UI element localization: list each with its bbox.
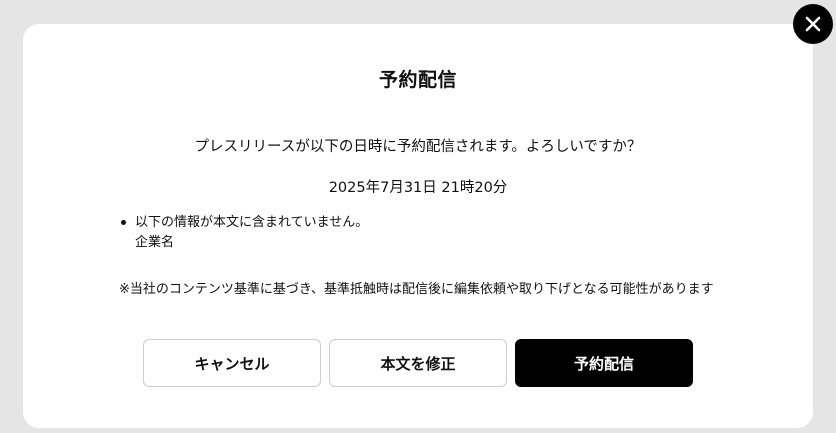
schedule-publish-button[interactable]: 予約配信: [515, 339, 693, 387]
missing-field: 企業名: [135, 235, 175, 250]
scheduled-datetime: 2025年7月31日 21時20分: [328, 180, 508, 196]
cancel-button[interactable]: キャンセル: [143, 339, 321, 387]
confirmation-message: プレスリリースが以下の日時に予約配信されます。よろしいですか？: [194, 139, 642, 155]
close-icon: [805, 16, 821, 32]
schedule-dialog: 予約配信 プレスリリースが以下の日時に予約配信されます。よろしいですか？ 202…: [23, 24, 813, 428]
edit-body-button[interactable]: 本文を修正: [329, 339, 507, 387]
warning-list: 以下の情報が本文に含まれていません。 企業名: [120, 213, 369, 253]
warning-text: 以下の情報が本文に含まれていません。: [135, 215, 369, 230]
modal-backdrop: 予約配信 プレスリリースが以下の日時に予約配信されます。よろしいですか？ 202…: [0, 0, 836, 433]
content-policy-notice: ※当社のコンテンツ基準に基づき、基準抵触時は配信後に編集依頼や取り下げとなる可能…: [119, 282, 714, 297]
warning-item: 以下の情報が本文に含まれていません。 企業名: [120, 213, 369, 253]
dialog-title: 予約配信: [378, 69, 457, 91]
close-button[interactable]: [793, 4, 833, 44]
